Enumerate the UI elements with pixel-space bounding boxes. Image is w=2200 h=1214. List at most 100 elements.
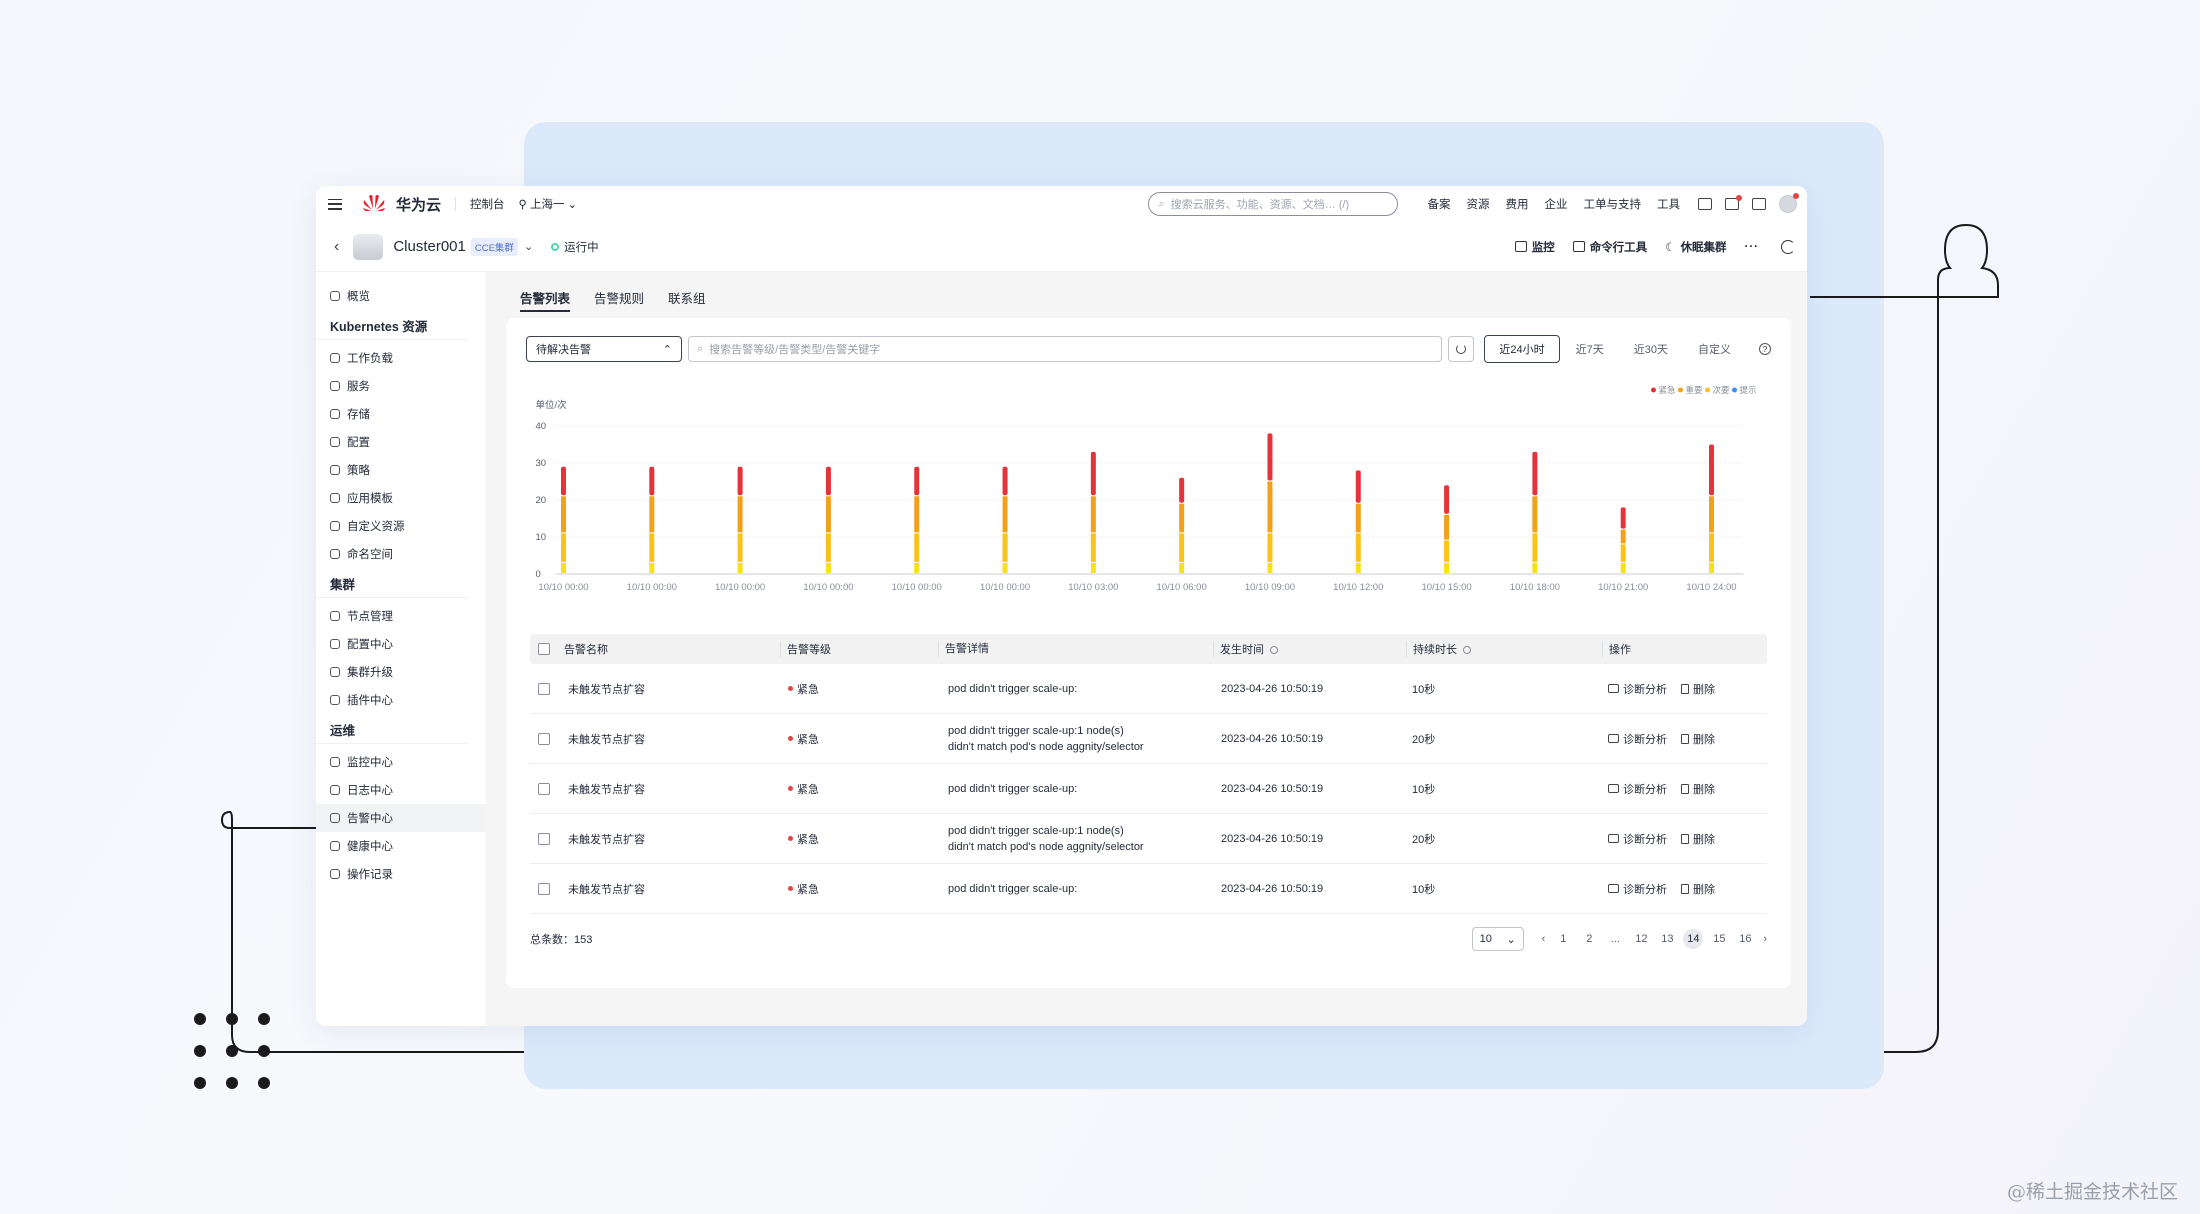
row-checkbox[interactable] — [538, 782, 550, 795]
x-tick-label: 10/10 18:00 — [1510, 582, 1560, 593]
diagnose-button[interactable]: 诊断分析 — [1608, 881, 1667, 897]
header-duration[interactable]: 持续时长 — [1406, 641, 1602, 657]
range-30d[interactable]: 近30天 — [1620, 336, 1682, 362]
nav-link-filing[interactable]: 备案 — [1428, 196, 1451, 212]
console-link[interactable]: 控制台 — [470, 196, 505, 212]
diagnose-button[interactable]: 诊断分析 — [1608, 781, 1667, 797]
row-checkbox[interactable] — [538, 732, 550, 745]
trash-icon — [1681, 683, 1689, 694]
bar-segment — [1444, 485, 1450, 514]
language-icon[interactable] — [1752, 198, 1766, 210]
sort-icon[interactable] — [1270, 646, 1278, 654]
page-number[interactable]: 1 — [1553, 929, 1573, 949]
monitor-button[interactable]: 监控 — [1514, 239, 1555, 255]
nav-link-enterprise[interactable]: 企业 — [1545, 196, 1568, 212]
range-7d[interactable]: 近7天 — [1562, 336, 1618, 362]
sidebar-item-audit[interactable]: 操作记录 — [316, 860, 486, 888]
select-all-checkbox[interactable] — [538, 643, 550, 655]
trash-icon — [1681, 833, 1689, 844]
nav-link-tools[interactable]: 工具 — [1657, 196, 1680, 212]
tab-contact-groups[interactable]: 联系组 — [668, 288, 706, 312]
header-time[interactable]: 发生时间 — [1213, 641, 1406, 657]
page-number[interactable]: 14 — [1683, 929, 1704, 949]
cluster-switch-chevron-icon[interactable]: ⌄ — [524, 240, 533, 253]
alarm-detail-line: pod didn't trigger scale-up: — [948, 882, 1078, 895]
row-checkbox[interactable] — [538, 832, 550, 845]
logo[interactable]: 华为云 — [362, 193, 441, 215]
menu-icon[interactable] — [328, 198, 342, 210]
row-checkbox[interactable] — [538, 882, 550, 895]
sidebar-item-overview[interactable]: 概览 — [316, 282, 486, 310]
sidebar-item-services[interactable]: 服务 — [316, 372, 486, 400]
avatar[interactable] — [1779, 193, 1799, 213]
sidebar-item-alarms[interactable]: 告警中心 — [316, 804, 486, 832]
sidebar-item-nodes[interactable]: 节点管理 — [316, 602, 486, 630]
mail-icon[interactable] — [1725, 195, 1742, 210]
workload-icon — [330, 353, 340, 363]
nav-link-resources[interactable]: 资源 — [1467, 196, 1490, 212]
nav-link-support[interactable]: 工单与支持 — [1584, 196, 1642, 212]
bar-segment — [1090, 562, 1096, 573]
delete-button[interactable]: 删除 — [1681, 881, 1715, 897]
sidebar-item-upgrade[interactable]: 集群升级 — [316, 658, 486, 686]
delete-button[interactable]: 删除 — [1681, 831, 1715, 847]
status-select[interactable]: 待解决告警 ⌃ — [526, 336, 682, 362]
tab-alarm-list[interactable]: 告警列表 — [520, 288, 571, 312]
sidebar-item-workloads[interactable]: 工作负载 — [316, 344, 486, 372]
sort-icon[interactable] — [1463, 646, 1471, 654]
help-icon[interactable]: ? — [1759, 343, 1771, 355]
alarm-search-input[interactable]: ⌕ 搜索告警等级/告警类型/告警关键字 — [688, 336, 1443, 362]
sidebar-item-logs[interactable]: 日志中心 — [316, 776, 486, 804]
sidebar-item-templates[interactable]: 应用模板 — [316, 484, 486, 512]
x-tick-label: 10/10 15:00 — [1421, 582, 1471, 593]
sidebar-item-policy[interactable]: 策略 — [316, 456, 486, 484]
delete-button[interactable]: 删除 — [1681, 681, 1715, 697]
page-number[interactable]: 16 — [1735, 929, 1755, 949]
diagnose-button[interactable]: 诊断分析 — [1608, 831, 1667, 847]
row-checkbox[interactable] — [538, 682, 550, 695]
terminal-icon[interactable] — [1698, 198, 1712, 210]
more-icon[interactable]: ··· — [1745, 241, 1760, 253]
page-number[interactable]: 15 — [1709, 929, 1729, 949]
diagnose-button[interactable]: 诊断分析 — [1608, 731, 1667, 747]
health-icon — [330, 841, 340, 851]
delete-button[interactable]: 删除 — [1681, 781, 1715, 797]
range-24h[interactable]: 近24小时 — [1484, 335, 1560, 363]
range-custom[interactable]: 自定义 — [1684, 336, 1745, 362]
sidebar-item-label: 应用模板 — [347, 493, 393, 505]
sidebar-item-monitoring[interactable]: 监控中心 — [316, 748, 486, 776]
tab-alarm-rules[interactable]: 告警规则 — [594, 288, 644, 312]
page-size-select[interactable]: 10 ⌄ — [1471, 927, 1524, 951]
bar-segment — [649, 562, 655, 573]
page-number[interactable]: 12 — [1631, 929, 1651, 949]
delete-button[interactable]: 删除 — [1681, 731, 1715, 747]
bar-segment — [1709, 533, 1714, 562]
sidebar-item-addons[interactable]: 插件中心 — [316, 686, 486, 714]
prev-page-icon[interactable]: ‹ — [1542, 933, 1546, 945]
alarm-time: 2023-04-26 10:50:19 — [1221, 732, 1324, 745]
table-header: 告警名称 告警等级 告警详情 发生时间 持续时长 操作 — [530, 634, 1767, 664]
page-number[interactable]: 13 — [1657, 929, 1677, 949]
global-search-input[interactable]: ⌕ 搜索云服务、功能、资源、文档… (/) — [1147, 192, 1398, 216]
diagnose-icon — [1608, 884, 1619, 893]
refresh-button[interactable] — [1448, 336, 1475, 362]
time-range-selector: 近24小时 近7天 近30天 自定义 — [1484, 335, 1745, 363]
sidebar-item-label: 监控中心 — [347, 757, 393, 769]
sidebar-item-config[interactable]: 配置 — [316, 428, 486, 456]
sidebar-item-namespaces[interactable]: 命名空间 — [316, 540, 486, 568]
page-number[interactable]: 2 — [1579, 929, 1599, 949]
nav-link-billing[interactable]: 费用 — [1506, 196, 1529, 212]
diagnose-button[interactable]: 诊断分析 — [1608, 681, 1667, 697]
alarm-duration: 10秒 — [1412, 683, 1436, 696]
sidebar-item-config-center[interactable]: 配置中心 — [316, 630, 486, 658]
back-arrow-icon[interactable]: ‹ — [334, 238, 339, 256]
sidebar-item-health[interactable]: 健康中心 — [316, 832, 486, 860]
refresh-icon[interactable] — [1781, 239, 1795, 254]
kubectl-button[interactable]: 命令行工具 — [1572, 239, 1647, 255]
sidebar-item-storage[interactable]: 存储 — [316, 400, 486, 428]
sidebar-item-label: 服务 — [347, 381, 370, 393]
sidebar-item-custom-resources[interactable]: 自定义资源 — [316, 512, 486, 540]
hibernate-button[interactable]: ☾ 休眠集群 — [1665, 239, 1726, 255]
next-page-icon[interactable]: › — [1763, 933, 1767, 945]
region-selector[interactable]: ⚲ 上海一 ⌄ — [519, 196, 578, 212]
